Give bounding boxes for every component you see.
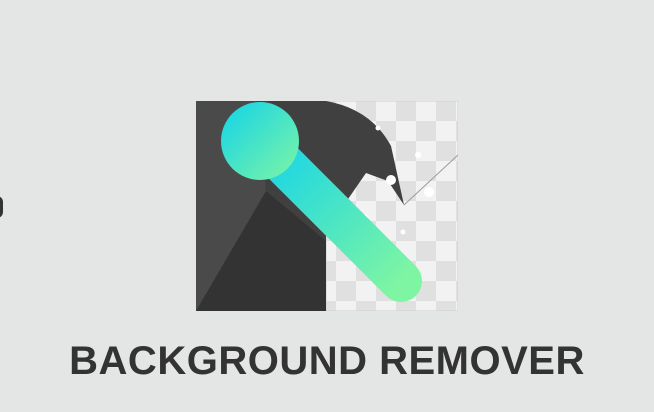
logo-graphic (196, 101, 458, 311)
background-remover-logo-icon (196, 101, 458, 311)
app-title: BACKGROUND REMOVER (69, 339, 585, 383)
partial-edge-icon (0, 196, 3, 218)
app-screen: BACKGROUND REMOVER (0, 0, 654, 412)
gradient-circle (221, 102, 299, 180)
particle-dot (386, 175, 396, 185)
